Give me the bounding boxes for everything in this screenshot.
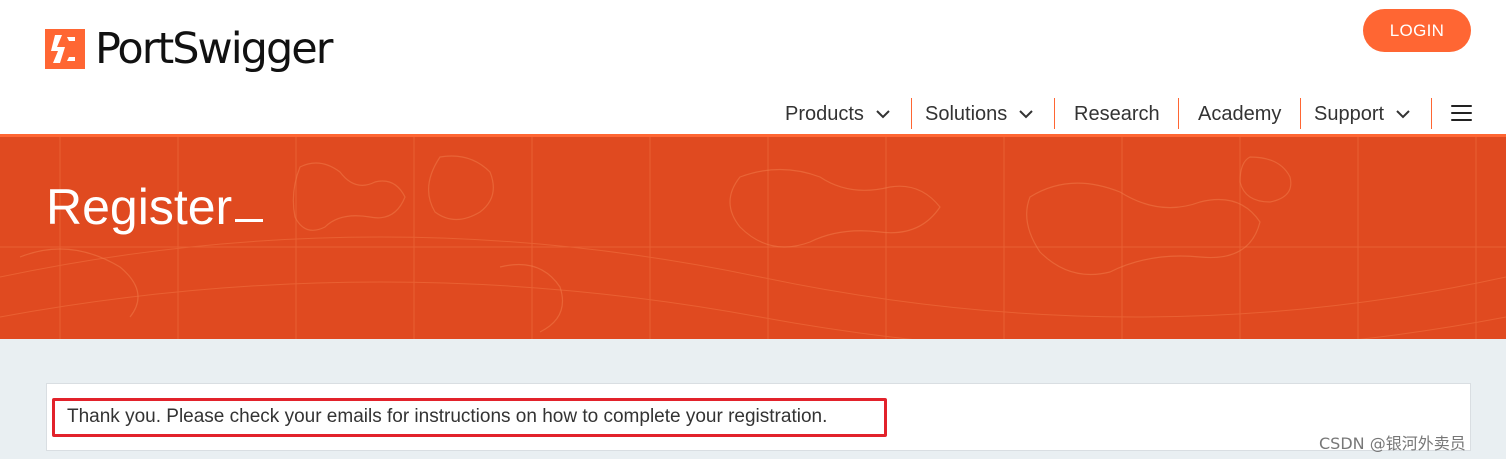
nav-item-support[interactable]: Support [1314,98,1410,130]
nav-divider [1178,98,1179,129]
watermark: CSDN @银河外卖员 [1319,434,1466,453]
nav-divider [1431,98,1432,129]
hero-banner: Register [0,137,1506,339]
nav-item-research[interactable]: Research [1074,98,1160,130]
nav-item-label: Solutions [925,102,1008,125]
nav-item-products[interactable]: Products [785,98,890,130]
nav-item-label: Academy [1198,102,1282,125]
chevron-down-icon [1019,109,1033,118]
nav-item-solutions[interactable]: Solutions [925,98,1033,130]
page: PortSwigger LOGIN Products Solutions Res… [0,0,1506,459]
nav-item-academy[interactable]: Academy [1198,98,1281,130]
hamburger-menu-icon[interactable] [1451,105,1472,121]
nav-divider [1054,98,1055,129]
title-cursor [235,219,264,222]
brand-name: PortSwigger [95,24,333,74]
chevron-down-icon [1396,109,1410,118]
nav-divider [1300,98,1301,129]
portswigger-logo-icon [45,29,85,69]
nav-item-label: Products [785,102,864,125]
nav-divider [911,98,912,129]
portswigger-logo[interactable]: PortSwigger [45,24,333,74]
chevron-down-icon [876,109,890,118]
nav-item-label: Support [1314,102,1385,125]
site-header: PortSwigger LOGIN Products Solutions Res… [0,0,1506,137]
world-map-grid-background [0,137,1506,339]
login-button[interactable]: LOGIN [1363,9,1471,52]
page-title: Register [46,179,264,235]
confirmation-message: Thank you. Please check your emails for … [67,406,828,427]
nav-item-label: Research [1074,102,1160,125]
